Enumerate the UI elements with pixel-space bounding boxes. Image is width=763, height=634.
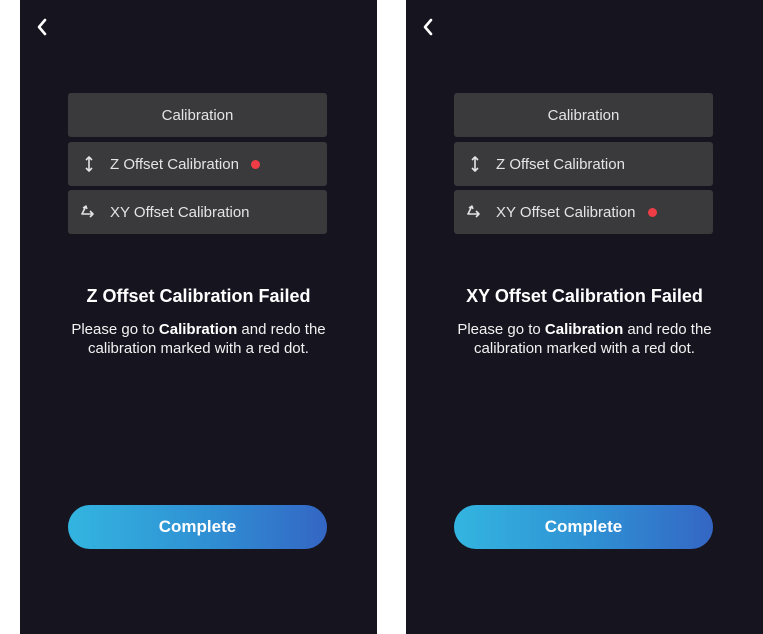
- calibration-header-label: Calibration: [547, 106, 620, 124]
- complete-button[interactable]: Complete: [454, 505, 713, 549]
- xy-axis-arrow-icon: [80, 202, 98, 222]
- message-bold-calibration: Calibration: [158, 321, 238, 338]
- z-offset-calibration-item[interactable]: Z Offset Calibration: [68, 142, 327, 186]
- chevron-left-icon: [423, 18, 433, 36]
- calibration-header-label: Calibration: [161, 106, 234, 124]
- message-prefix: Please go to: [71, 321, 159, 338]
- vertical-arrows-icon: [80, 154, 98, 174]
- failure-title: XY Offset Calibration Failed: [466, 286, 703, 306]
- failure-title: Z Offset Calibration Failed: [86, 286, 311, 306]
- xy-axis-arrow-icon: [466, 202, 484, 222]
- xy-offset-calibration-item[interactable]: XY Offset Calibration: [68, 190, 327, 234]
- xy-offset-label: XY Offset Calibration: [110, 203, 250, 221]
- z-offset-label: Z Offset Calibration: [496, 155, 625, 173]
- failure-message: Please go to Calibration and redo the ca…: [69, 320, 329, 358]
- calibration-menu-header[interactable]: Calibration: [454, 93, 713, 137]
- xy-offset-calibration-item[interactable]: XY Offset Calibration: [454, 190, 713, 234]
- complete-button-label: Complete: [158, 517, 237, 536]
- complete-button-label: Complete: [544, 517, 623, 536]
- calibration-screen-xy-failed: Calibration Z Offset Calibration XY Offs…: [406, 0, 763, 634]
- calibration-screen-z-failed: Calibration Z Offset Calibration XY Offs…: [20, 0, 377, 634]
- complete-button[interactable]: Complete: [68, 505, 327, 549]
- calibration-menu-header[interactable]: Calibration: [68, 93, 327, 137]
- failure-message: Please go to Calibration and redo the ca…: [455, 320, 715, 358]
- back-button[interactable]: [30, 14, 54, 40]
- red-dot-indicator: [647, 207, 657, 217]
- z-offset-calibration-item[interactable]: Z Offset Calibration: [454, 142, 713, 186]
- message-bold-calibration: Calibration: [544, 321, 624, 338]
- message-prefix: Please go to: [457, 321, 545, 338]
- back-button[interactable]: [416, 14, 440, 40]
- xy-offset-label: XY Offset Calibration: [496, 203, 636, 221]
- chevron-left-icon: [37, 18, 47, 36]
- z-offset-label: Z Offset Calibration: [110, 155, 239, 173]
- red-dot-indicator: [250, 159, 260, 169]
- vertical-arrows-icon: [466, 154, 484, 174]
